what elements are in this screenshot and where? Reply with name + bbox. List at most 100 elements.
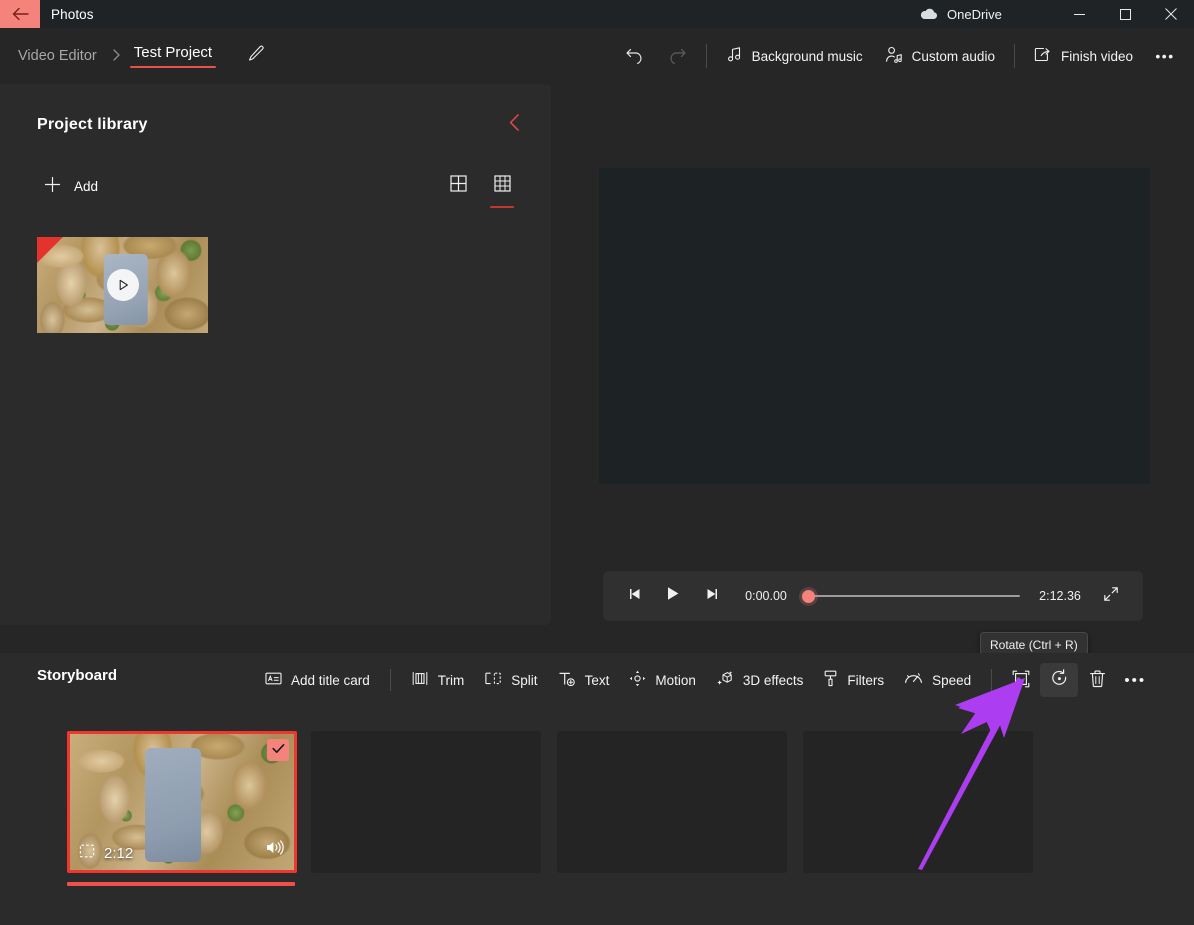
library-view-toggles bbox=[444, 171, 516, 208]
onedrive-label: OneDrive bbox=[947, 6, 1002, 22]
cube-sparkle-icon bbox=[716, 670, 734, 690]
background-music-button[interactable]: Background music bbox=[715, 39, 874, 73]
library-item-video[interactable] bbox=[37, 237, 208, 333]
storyboard-clip-empty-1[interactable] bbox=[311, 731, 541, 873]
crop-resize-icon bbox=[1012, 670, 1030, 691]
undo-icon bbox=[625, 46, 645, 67]
motion-icon bbox=[629, 670, 646, 690]
title-card-icon bbox=[265, 671, 282, 689]
cloud-icon bbox=[920, 8, 938, 20]
storyboard-clip-1[interactable]: 2:12 bbox=[67, 731, 297, 873]
clip-track: 2:12 bbox=[0, 731, 1194, 891]
expand-icon bbox=[1103, 586, 1119, 607]
clip-duration-group: 2:12 bbox=[79, 843, 133, 863]
previous-frame-icon bbox=[628, 587, 643, 606]
selection-corner-marker bbox=[37, 237, 63, 263]
text-icon bbox=[558, 671, 576, 690]
delete-button[interactable] bbox=[1078, 663, 1116, 697]
play-button[interactable] bbox=[654, 579, 692, 613]
motion-button[interactable]: Motion bbox=[619, 663, 706, 697]
more-ellipsis-icon: ••• bbox=[1155, 48, 1175, 64]
redo-button[interactable] bbox=[656, 39, 698, 73]
onedrive-status[interactable]: OneDrive bbox=[920, 0, 1002, 28]
close-button[interactable] bbox=[1148, 0, 1194, 28]
previous-frame-button[interactable] bbox=[616, 579, 654, 613]
total-time-label: 2:12.36 bbox=[1039, 589, 1081, 603]
view-grid-2x2-button[interactable] bbox=[444, 171, 472, 201]
trim-label: Trim bbox=[437, 672, 465, 688]
person-audio-icon bbox=[885, 46, 903, 66]
project-library-panel: Project library Add bbox=[0, 84, 551, 625]
filters-button[interactable]: Filters bbox=[813, 663, 894, 697]
chevron-left-icon bbox=[509, 114, 520, 136]
filters-label: Filters bbox=[847, 672, 885, 688]
storyboard-more-button[interactable]: ••• bbox=[1116, 663, 1154, 697]
preview-stage: 0:00.00 2:12.36 bbox=[551, 84, 1194, 625]
more-ellipsis-icon: ••• bbox=[1124, 671, 1147, 689]
grid-3x3-icon bbox=[493, 175, 511, 197]
next-frame-button[interactable] bbox=[692, 579, 730, 613]
plus-icon bbox=[44, 176, 61, 196]
player-controls: 0:00.00 2:12.36 bbox=[603, 571, 1143, 621]
scrubber-handle[interactable] bbox=[802, 589, 815, 603]
3d-effects-button[interactable]: 3D effects bbox=[706, 663, 814, 697]
rotate-button[interactable] bbox=[1040, 663, 1079, 697]
video-preview[interactable] bbox=[599, 168, 1150, 484]
motion-label: Motion bbox=[655, 672, 696, 688]
clip-selected-badge[interactable] bbox=[267, 739, 289, 761]
header-actions: Background music Custom audio Finish vid… bbox=[614, 28, 1186, 84]
text-label: Text bbox=[584, 672, 610, 688]
speed-gauge-icon bbox=[904, 671, 923, 689]
undo-button[interactable] bbox=[614, 39, 656, 73]
video-frame-icon bbox=[79, 843, 95, 863]
view-grid-3x3-button[interactable] bbox=[488, 171, 516, 208]
split-button[interactable]: Split bbox=[474, 663, 547, 697]
scrubber[interactable] bbox=[802, 586, 1020, 606]
breadcrumb-video-editor[interactable]: Video Editor bbox=[12, 44, 103, 68]
toolbar-divider-1 bbox=[389, 669, 391, 691]
collapse-library-button[interactable] bbox=[499, 110, 529, 140]
trim-icon bbox=[411, 671, 429, 689]
storyboard-header: Storyboard Add title card Trim Split Tex… bbox=[0, 653, 1194, 709]
maximize-button[interactable] bbox=[1102, 0, 1148, 28]
back-button[interactable] bbox=[0, 0, 40, 28]
selected-clip-underline bbox=[67, 882, 295, 886]
header-more-button[interactable]: ••• bbox=[1144, 39, 1186, 73]
grid-2x2-icon bbox=[449, 175, 467, 197]
play-icon bbox=[666, 586, 680, 606]
library-header: Project library bbox=[0, 84, 551, 140]
split-icon bbox=[484, 671, 502, 689]
breadcrumb-current-project[interactable]: Test Project bbox=[129, 41, 217, 71]
pencil-icon bbox=[248, 45, 265, 67]
rotate-icon bbox=[1050, 669, 1069, 691]
fullscreen-button[interactable] bbox=[1092, 579, 1130, 613]
header-divider-1 bbox=[705, 44, 707, 68]
finish-video-button[interactable]: Finish video bbox=[1023, 39, 1144, 73]
filters-icon bbox=[823, 670, 838, 690]
breadcrumb-separator-icon bbox=[113, 48, 120, 64]
custom-audio-label: Custom audio bbox=[911, 48, 995, 64]
crop-resize-button[interactable] bbox=[1002, 663, 1040, 697]
custom-audio-button[interactable]: Custom audio bbox=[874, 39, 1006, 73]
storyboard-title: Storyboard bbox=[37, 667, 118, 684]
add-title-card-button[interactable]: Add title card bbox=[255, 663, 380, 697]
title-bar: Photos OneDrive bbox=[0, 0, 1194, 28]
app-title: Photos bbox=[51, 6, 94, 22]
storyboard-clip-empty-3[interactable] bbox=[803, 731, 1033, 873]
checkmark-icon bbox=[271, 741, 285, 759]
back-arrow-icon bbox=[12, 7, 29, 21]
speed-button[interactable]: Speed bbox=[894, 663, 981, 697]
play-circle-icon bbox=[106, 269, 139, 301]
current-time-label: 0:00.00 bbox=[745, 589, 787, 603]
speed-label: Speed bbox=[932, 672, 972, 688]
text-button[interactable]: Text bbox=[548, 663, 620, 697]
storyboard-clip-empty-2[interactable] bbox=[557, 731, 787, 873]
storyboard-toolbar: Add title card Trim Split Text Motion 3D… bbox=[255, 663, 1154, 697]
add-media-button[interactable]: Add bbox=[40, 170, 107, 202]
trim-button[interactable]: Trim bbox=[401, 663, 475, 697]
minimize-button[interactable] bbox=[1056, 0, 1102, 28]
background-music-label: Background music bbox=[751, 48, 863, 64]
header-divider-2 bbox=[1013, 44, 1015, 68]
rename-project-button[interactable] bbox=[240, 40, 272, 72]
clip-audio-button[interactable] bbox=[265, 839, 285, 861]
